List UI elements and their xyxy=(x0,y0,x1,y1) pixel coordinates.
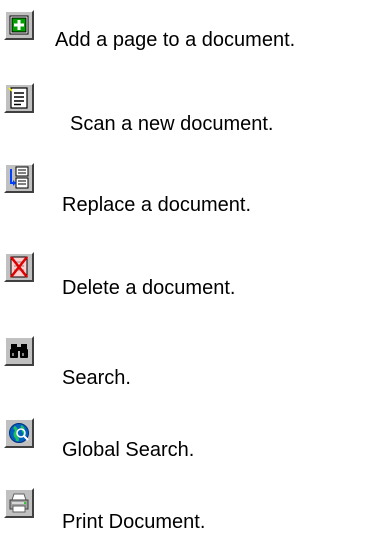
search-button[interactable] xyxy=(4,336,34,366)
replace-document-icon xyxy=(10,166,29,189)
add-page-button[interactable] xyxy=(4,10,34,40)
printer-icon xyxy=(9,493,29,513)
binoculars-search-icon xyxy=(10,344,28,358)
print-document-label: Print Document. xyxy=(62,511,206,533)
delete-document-label: Delete a document. xyxy=(62,277,236,299)
globe-search-icon xyxy=(9,423,29,443)
scan-document-label: Scan a new document. xyxy=(70,113,274,135)
delete-document-icon xyxy=(10,256,28,278)
search-label: Search. xyxy=(62,367,131,389)
list-item: Scan a new document. xyxy=(0,83,380,135)
list-item: Print Document. xyxy=(0,488,380,533)
add-page-label: Add a page to a document. xyxy=(55,29,296,51)
list-item: Search. xyxy=(0,336,380,389)
print-document-button[interactable] xyxy=(4,488,34,518)
scan-document-button[interactable] xyxy=(4,83,34,113)
replace-document-label: Replace a document. xyxy=(62,194,252,216)
global-search-button[interactable] xyxy=(4,418,34,448)
list-item: Replace a document. xyxy=(0,163,380,216)
list-item: Global Search. xyxy=(0,418,380,462)
list-item: Add a page to a document. xyxy=(0,10,380,54)
replace-document-button[interactable] xyxy=(4,163,34,193)
delete-document-button[interactable] xyxy=(4,252,34,282)
scan-document-icon xyxy=(8,87,28,109)
list-item: Delete a document. xyxy=(0,252,380,299)
global-search-label: Global Search. xyxy=(62,439,195,461)
add-page-icon xyxy=(9,15,29,35)
